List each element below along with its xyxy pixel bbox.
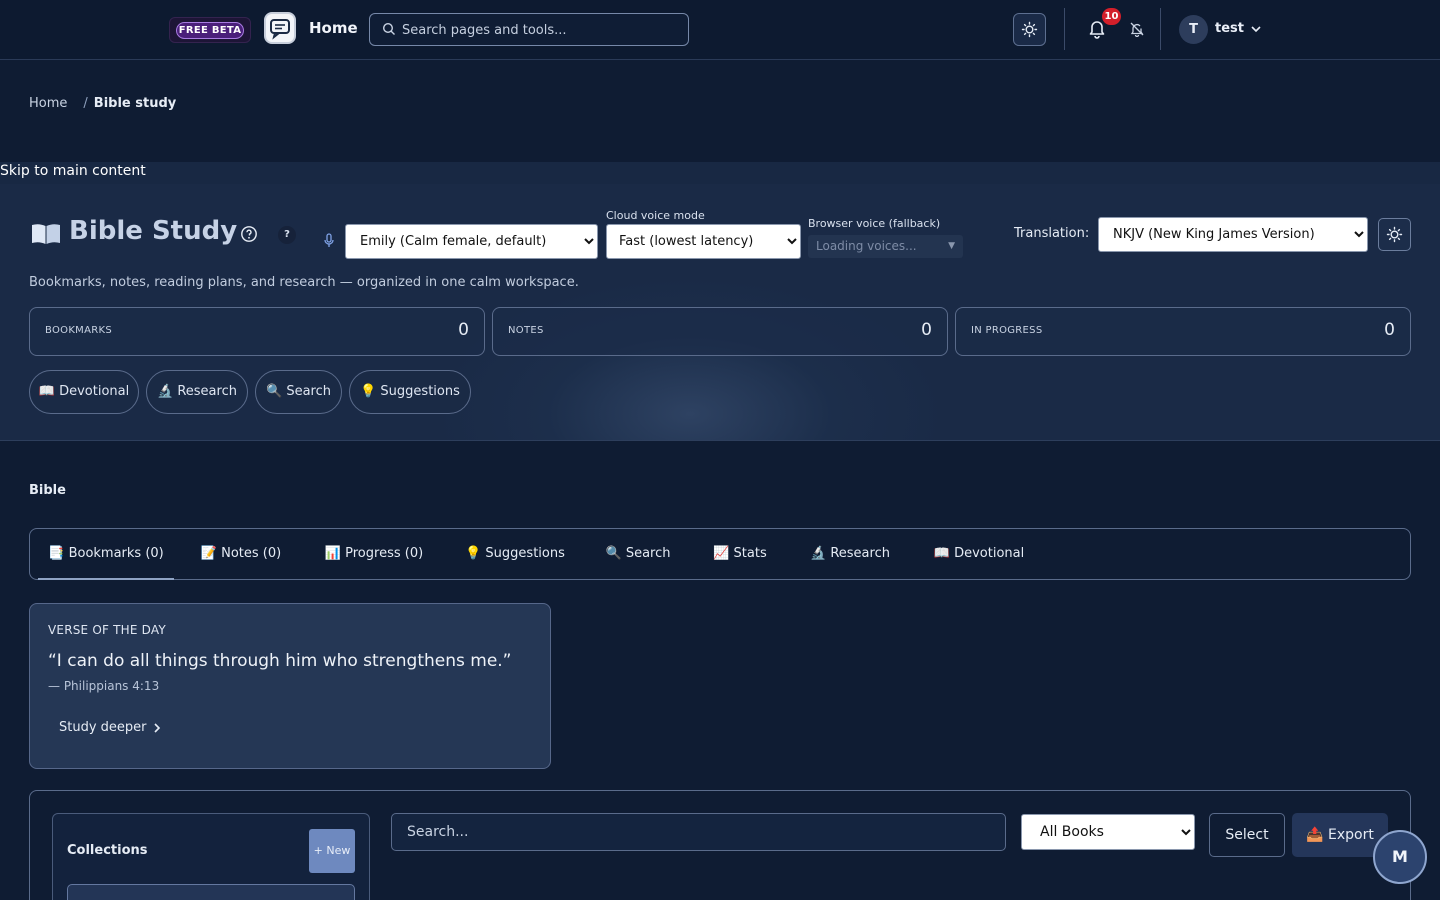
voice-select[interactable]: Emily (Calm female, default) bbox=[345, 224, 598, 259]
translation-select[interactable]: NKJV (New King James Version) bbox=[1098, 217, 1368, 252]
quick-action-devotional[interactable]: 📖 Devotional bbox=[29, 370, 139, 414]
stat-card-notes: NOTES 0 bbox=[492, 307, 948, 356]
sun-icon bbox=[1021, 21, 1038, 38]
chat-logo-icon bbox=[270, 19, 290, 40]
cloud-voice-mode-select[interactable]: Fast (lowest latency) bbox=[606, 224, 801, 259]
tab-notes[interactable]: 📝 Notes (0) bbox=[190, 529, 292, 580]
tab-stats[interactable]: 📈 Stats bbox=[702, 529, 778, 580]
global-search-input[interactable] bbox=[402, 20, 682, 40]
tab-bookmarks[interactable]: 📑 Bookmarks (0) bbox=[38, 529, 174, 580]
skip-to-content-link[interactable]: Skip to main content bbox=[0, 163, 146, 179]
global-search[interactable] bbox=[369, 13, 689, 46]
collections-sidebar: Collections + New bbox=[52, 813, 370, 900]
bell-off-icon[interactable] bbox=[1129, 21, 1145, 37]
section-title: Bible bbox=[29, 483, 66, 498]
new-collection-button[interactable]: + New bbox=[309, 829, 355, 873]
hero-theme-button[interactable] bbox=[1378, 218, 1411, 251]
stat-label: NOTES bbox=[508, 325, 544, 336]
verse-of-the-day-label: VERSE OF THE DAY bbox=[48, 623, 166, 637]
tab-research[interactable]: 🔬 Research bbox=[800, 529, 900, 580]
theme-toggle-button[interactable] bbox=[1013, 13, 1046, 46]
tab-bar: 📑 Bookmarks (0) 📝 Notes (0) 📊 Progress (… bbox=[29, 528, 1411, 580]
page-subtitle: Bookmarks, notes, reading plans, and res… bbox=[29, 275, 579, 290]
help-circle-icon[interactable] bbox=[240, 225, 258, 243]
breadcrumb: Home / Bible study bbox=[29, 96, 176, 111]
verse-of-the-day-card: VERSE OF THE DAY “I can do all things th… bbox=[29, 603, 551, 769]
study-deeper-button[interactable]: Study deeper bbox=[59, 720, 147, 735]
stat-card-bookmarks: BOOKMARKS 0 bbox=[29, 307, 485, 356]
verse-quote: “I can do all things through him who str… bbox=[48, 651, 512, 671]
sun-icon bbox=[1386, 226, 1403, 243]
tab-suggestions[interactable]: 💡 Suggestions bbox=[455, 529, 575, 580]
bookmark-search-input[interactable] bbox=[391, 813, 1006, 851]
select-button[interactable]: Select bbox=[1209, 813, 1285, 857]
skip-strip bbox=[0, 162, 1440, 184]
avatar[interactable]: T bbox=[1179, 15, 1208, 44]
verse-reference: — Philippians 4:13 bbox=[48, 679, 160, 693]
stat-value: 0 bbox=[1384, 320, 1395, 340]
assistant-fab-button[interactable]: M bbox=[1373, 830, 1427, 884]
dropdown-arrow-icon: ▼ bbox=[948, 241, 955, 251]
cloud-voice-mode-label: Cloud voice mode bbox=[606, 209, 705, 222]
notification-count-badge: 10 bbox=[1102, 8, 1121, 25]
stat-label: BOOKMARKS bbox=[45, 325, 113, 336]
stat-label: IN PROGRESS bbox=[971, 325, 1043, 336]
username[interactable]: test bbox=[1215, 21, 1244, 36]
stat-value: 0 bbox=[458, 320, 469, 340]
stat-card-in-progress: IN PROGRESS 0 bbox=[955, 307, 1411, 356]
search-icon bbox=[382, 22, 395, 35]
collection-item[interactable] bbox=[67, 884, 355, 900]
quick-action-research[interactable]: 🔬 Research bbox=[146, 370, 248, 414]
collections-title: Collections bbox=[67, 843, 148, 858]
stat-value: 0 bbox=[921, 320, 932, 340]
tab-devotional[interactable]: 📖 Devotional bbox=[923, 529, 1035, 580]
breadcrumb-separator: / bbox=[83, 96, 88, 111]
top-bar: FREE BETA Home 10 bbox=[0, 0, 1440, 60]
quick-action-search[interactable]: 🔍 Search bbox=[255, 370, 342, 414]
translation-label: Translation: bbox=[1014, 226, 1090, 241]
chevron-down-icon[interactable] bbox=[1250, 23, 1262, 35]
book-filter-select[interactable]: All Books bbox=[1021, 814, 1195, 850]
open-book-icon bbox=[32, 224, 60, 244]
divider bbox=[1160, 8, 1161, 50]
browser-voice-select[interactable]: Loading voices... ▼ bbox=[808, 235, 963, 258]
tab-search[interactable]: 🔍 Search bbox=[596, 529, 680, 580]
home-link[interactable]: Home bbox=[309, 19, 358, 37]
browser-voice-value: Loading voices... bbox=[816, 239, 917, 253]
help-button[interactable]: ? bbox=[278, 226, 296, 244]
tab-progress[interactable]: 📊 Progress (0) bbox=[312, 529, 436, 580]
microphone-icon[interactable] bbox=[323, 233, 335, 249]
beta-label: FREE BETA bbox=[176, 22, 244, 39]
divider bbox=[1064, 8, 1065, 50]
app-logo[interactable] bbox=[264, 12, 296, 44]
breadcrumb-home[interactable]: Home bbox=[29, 96, 67, 111]
chevron-right-icon[interactable] bbox=[151, 722, 163, 734]
quick-action-suggestions[interactable]: 💡 Suggestions bbox=[349, 370, 471, 414]
page-title: Bible Study bbox=[69, 216, 238, 246]
browser-voice-label: Browser voice (fallback) bbox=[808, 217, 941, 230]
beta-badge: FREE BETA bbox=[169, 17, 251, 43]
breadcrumb-current: Bible study bbox=[93, 96, 177, 111]
